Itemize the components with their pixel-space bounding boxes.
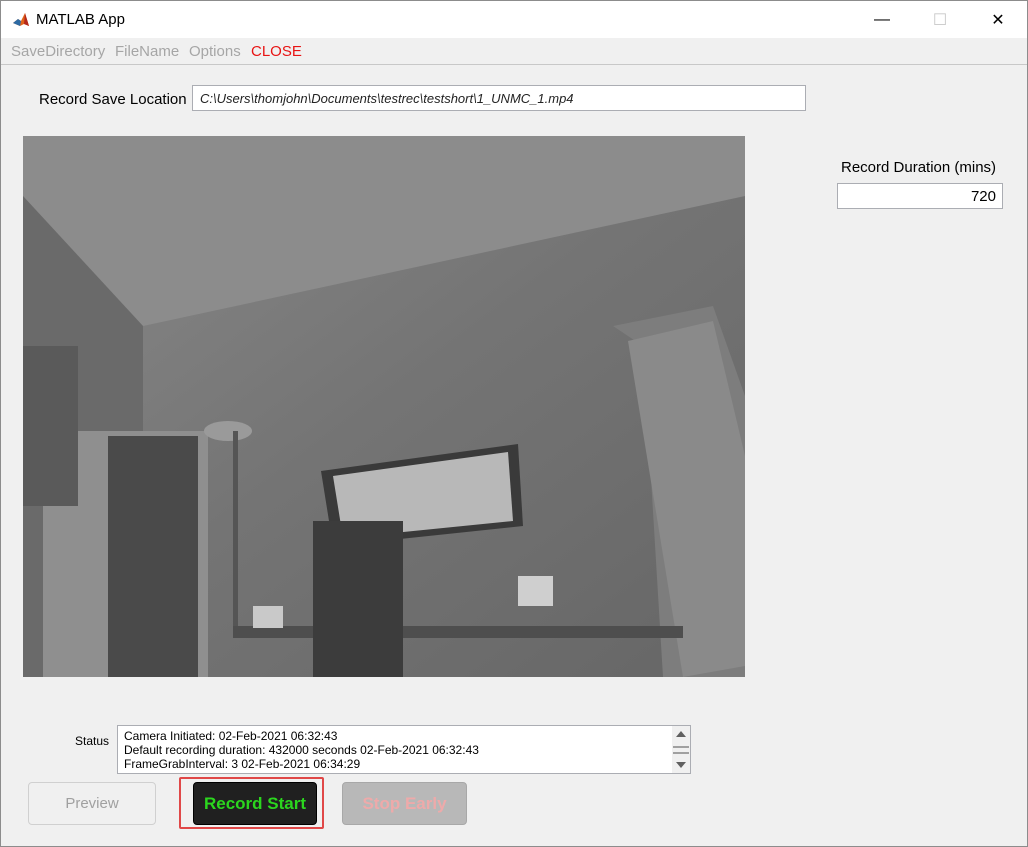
status-log[interactable]: Camera Initiated: 02-Feb-2021 06:32:43 D… xyxy=(117,725,691,774)
minimize-icon: — xyxy=(874,10,890,28)
close-window-button[interactable]: ✕ xyxy=(969,1,1027,38)
status-label: Status xyxy=(75,734,110,748)
record-duration-label: Record Duration (mins) xyxy=(841,159,997,176)
scroll-up-icon[interactable] xyxy=(676,731,686,737)
camera-preview-image xyxy=(23,136,745,677)
record-duration-field[interactable]: 720 xyxy=(837,183,1003,209)
status-line: Default recording duration: 432000 secon… xyxy=(124,743,479,757)
menu-save-directory[interactable]: SaveDirectory xyxy=(11,43,105,60)
menu-bar: SaveDirectory FileName Options CLOSE xyxy=(1,38,1027,65)
menu-options[interactable]: Options xyxy=(189,43,241,60)
stop-early-button[interactable]: Stop Early xyxy=(342,782,467,825)
scroll-down-icon[interactable] xyxy=(676,762,686,768)
title-bar: MATLAB App — ☐ ✕ xyxy=(1,1,1027,38)
maximize-icon: ☐ xyxy=(932,11,948,29)
record-save-location-label: Record Save Location xyxy=(39,91,187,108)
matlab-logo-icon xyxy=(12,11,30,29)
status-scrollbar[interactable] xyxy=(672,726,690,773)
close-icon: ✕ xyxy=(991,11,1005,29)
menu-file-name[interactable]: FileName xyxy=(115,43,179,60)
record-start-button[interactable]: Record Start xyxy=(193,782,317,825)
minimize-button[interactable]: — xyxy=(853,1,911,38)
maximize-button[interactable]: ☐ xyxy=(911,1,969,38)
menu-close[interactable]: CLOSE xyxy=(251,43,302,60)
window-title: MATLAB App xyxy=(36,11,125,28)
record-save-location-field[interactable]: C:\Users\thomjohn\Documents\testrec\test… xyxy=(192,85,806,111)
status-line: FrameGrabInterval: 3 02-Feb-2021 06:34:2… xyxy=(124,757,361,771)
scroll-thumb[interactable] xyxy=(673,746,689,754)
status-line: Camera Initiated: 02-Feb-2021 06:32:43 xyxy=(124,729,338,743)
app-window: MATLAB App — ☐ ✕ SaveDirectory FileName … xyxy=(0,0,1028,847)
preview-button[interactable]: Preview xyxy=(28,782,156,825)
camera-scene xyxy=(23,136,745,677)
